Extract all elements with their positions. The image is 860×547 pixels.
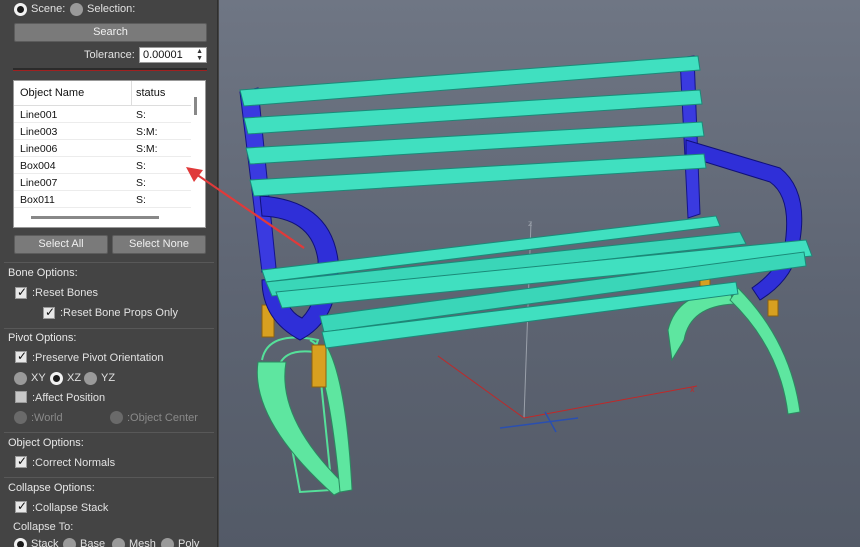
tolerance-spinner[interactable]: 0.00001 ▲ ▼ [139,47,207,63]
row-name: Box004 [20,160,56,172]
vertical-scrollbar[interactable] [194,97,197,115]
tolerance-value: 0.00001 [143,49,183,61]
row-name: Box011 [20,194,55,206]
select-none-button[interactable]: Select None [112,235,206,254]
plane-yz-radio[interactable] [84,372,97,385]
list-row[interactable]: Line006 S:M: [14,140,191,157]
world-label: :World [31,412,63,424]
row-status: S: [136,177,146,189]
plane-xy-radio[interactable] [14,372,27,385]
correct-normals-label: :Correct Normals [32,457,116,469]
svg-text:z: z [528,219,532,228]
row-status: S: [136,194,146,206]
row-name: Line006 [20,143,58,155]
collapse-mesh-label: Mesh [129,538,156,547]
row-status: S: [136,109,146,121]
list-row[interactable]: Line007 S: [14,174,191,191]
reset-bone-props-label: :Reset Bone Props Only [60,307,179,319]
collapse-stack-radio[interactable] [14,538,27,547]
object-options-title: Object Options: [8,437,84,449]
pivot-options-title: Pivot Options: [8,332,77,344]
selection-label: Selection: [87,3,136,15]
collapse-base-radio[interactable] [63,538,76,547]
selection-radio[interactable] [70,3,83,16]
seat-slats [261,215,813,349]
collapse-options-title: Collapse Options: [8,482,95,494]
collapse-stack-checkbox[interactable] [15,499,27,513]
select-all-button[interactable]: Select All [14,235,108,254]
spinner-arrows-icon[interactable]: ▲ ▼ [196,48,203,62]
collapse-stack-label: :Collapse Stack [32,502,109,514]
row-name: Line001 [20,109,58,121]
row-status: S:M: [136,126,158,138]
collapse-mesh-radio[interactable] [112,538,125,547]
affect-position-checkbox[interactable] [15,391,27,403]
column-object-name[interactable]: Object Name [20,87,84,99]
bench-scene: z x [219,55,813,496]
row-status: S: [136,160,146,172]
tool-panel: Scene: Selection: Search Tolerance: 0.00… [0,0,218,547]
plane-xy-label: XY [31,372,46,384]
collapse-base-label: Base [80,538,106,547]
svg-text:x: x [690,385,695,394]
list-header: Object Name status [14,81,191,106]
scene-label: Scene: [31,3,66,15]
affect-position-label: :Affect Position [32,392,106,404]
collapse-poly-label: Poly [178,538,200,547]
column-status[interactable]: status [136,87,165,99]
collapse-poly-radio[interactable] [161,538,174,547]
preserve-pivot-label: :Preserve Pivot Orientation [32,352,164,364]
horizontal-scrollbar[interactable] [31,216,159,219]
list-row[interactable]: Line001 S: [14,106,191,123]
list-row[interactable]: Line003 S:M: [14,123,191,140]
scene-radio[interactable] [14,3,27,16]
progress-bar [13,68,207,71]
reset-bone-props-checkbox[interactable] [43,305,55,319]
collapse-stack-radio-label: Stack [31,538,59,547]
plane-xz-label: XZ [67,372,82,384]
row-name: Line003 [20,126,58,138]
preserve-pivot-checkbox[interactable] [15,349,27,363]
object-list[interactable]: Object Name status Line001 S: Line003 S:… [13,80,206,228]
row-name: Line007 [20,177,58,189]
3d-viewport[interactable]: z x [219,0,860,547]
tolerance-label: Tolerance: [84,49,135,61]
object-center-radio[interactable] [110,411,123,424]
correct-normals-checkbox[interactable] [15,454,27,468]
reset-bones-label: :Reset Bones [32,287,99,299]
world-radio[interactable] [14,411,27,424]
list-row[interactable]: Box011 S: [14,191,191,208]
plane-xz-radio[interactable] [50,372,63,385]
row-status: S:M: [136,143,158,155]
object-center-label: :Object Center [127,412,198,424]
collapse-to-label: Collapse To: [13,521,74,533]
list-row[interactable]: Box004 S: [14,157,191,174]
search-button[interactable]: Search [14,23,207,42]
back-slats [239,55,707,197]
bone-options-title: Bone Options: [8,267,78,279]
reset-bones-checkbox[interactable] [15,285,27,299]
plane-yz-label: YZ [101,372,116,384]
